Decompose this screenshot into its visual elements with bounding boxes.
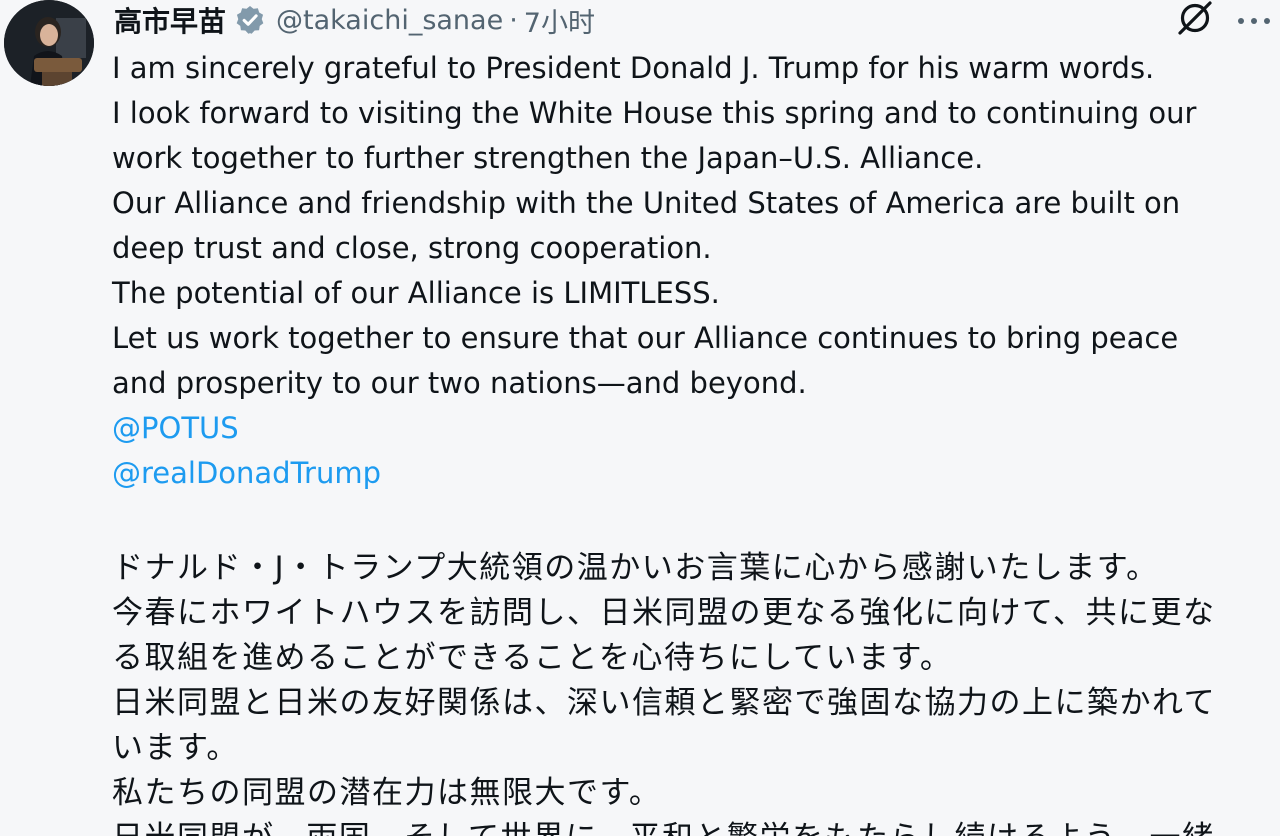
english-text-line: and prosperity to our two nations—and be… bbox=[112, 366, 807, 400]
mention-link-realdonadtrump[interactable]: @realDonadTrump bbox=[112, 451, 1280, 496]
japanese-text-line: 今春にホワイトハウスを訪問し、日米同盟の更なる強化に向けて、共に更な bbox=[112, 595, 1216, 631]
timestamp[interactable]: 7小时 bbox=[524, 1, 595, 40]
tweet-text: I am sincerely grateful to President Don… bbox=[112, 46, 1280, 836]
japanese-text-line: ドナルド・J・トランプ大統領の温かいお言葉に心から感謝いたします。 bbox=[112, 550, 1159, 586]
user-handle[interactable]: @takaichi_sanae bbox=[276, 5, 503, 36]
display-name[interactable]: 高市早苗 bbox=[114, 0, 226, 40]
japanese-text-line: る取組を進めることができることを心待ちにしています。 bbox=[112, 640, 953, 676]
japanese-text-line: 日米同盟が、両国、そして世界に、平和と繁栄をもたらし続けるよう、一緒 bbox=[112, 816, 1280, 836]
english-text-line: work together to further strengthen the … bbox=[112, 141, 984, 175]
tweet-header: 高市早苗 @takaichi_sanae · 7小时 bbox=[114, 0, 595, 40]
separator-dot: · bbox=[509, 4, 518, 36]
english-text-line: Our Alliance and friendship with the Uni… bbox=[112, 186, 1181, 220]
avatar[interactable] bbox=[4, 0, 94, 86]
tweet: 高市早苗 @takaichi_sanae · 7小时 I am sincerel… bbox=[0, 0, 1280, 836]
english-text-line: The potential of our Alliance is LIMITLE… bbox=[112, 276, 720, 310]
grok-button[interactable] bbox=[1172, 0, 1218, 40]
grok-icon bbox=[1175, 0, 1215, 41]
english-text-line: I look forward to visiting the White Hou… bbox=[112, 96, 1197, 130]
english-text-line: deep trust and close, strong cooperation… bbox=[112, 231, 712, 265]
more-horizontal-icon bbox=[1236, 11, 1272, 30]
japanese-text-line: 私たちの同盟の潜在力は無限大です。 bbox=[112, 775, 662, 811]
english-text-line: I am sincerely grateful to President Don… bbox=[112, 51, 1155, 85]
verified-badge-icon bbox=[234, 4, 266, 36]
japanese-text-line: います。 bbox=[112, 730, 239, 766]
mention-link-potus[interactable]: @POTUS bbox=[112, 406, 1280, 451]
more-options-button[interactable] bbox=[1232, 0, 1276, 40]
japanese-text-line: 日米同盟と日米の友好関係は、深い信頼と緊密で強固な協力の上に築かれて bbox=[112, 685, 1217, 721]
english-text-line: Let us work together to ensure that our … bbox=[112, 321, 1179, 355]
